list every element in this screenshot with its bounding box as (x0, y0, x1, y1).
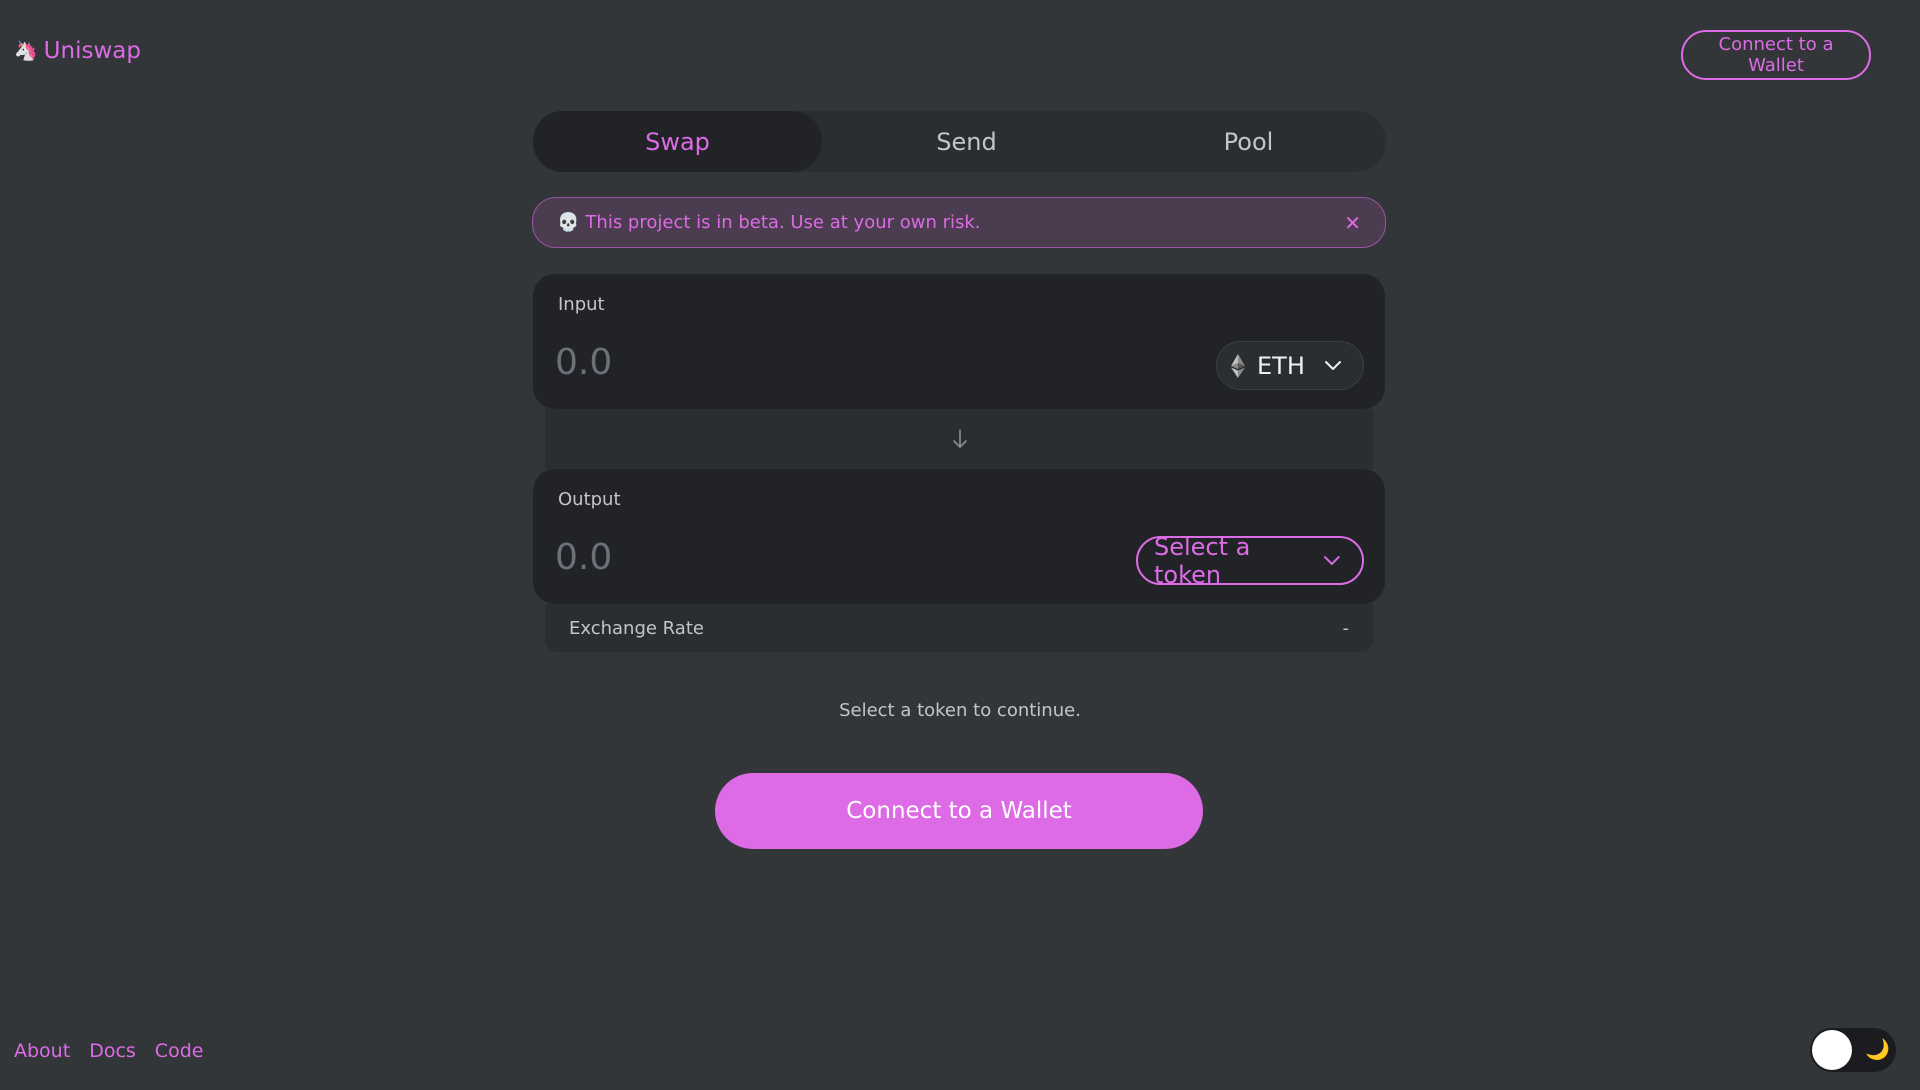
output-label: Output (558, 489, 621, 510)
output-token-label: Select a token (1154, 532, 1251, 589)
close-icon[interactable]: ✕ (1344, 213, 1361, 233)
skull-icon: 💀 (557, 212, 580, 233)
toggle-knob (1812, 1030, 1852, 1070)
footer-links: About Docs Code (14, 1040, 203, 1062)
tab-swap[interactable]: Swap (533, 111, 822, 172)
header-connect-wallet-button[interactable]: Connect to a Wallet (1681, 30, 1871, 80)
uniswap-page: 🦄 Uniswap Connect to a Wallet Swap Send … (0, 0, 1920, 1090)
input-amount-field[interactable] (555, 342, 1055, 383)
exchange-rate-value: - (1342, 617, 1350, 639)
connect-wallet-button[interactable]: Connect to a Wallet (715, 773, 1203, 849)
tab-send[interactable]: Send (822, 111, 1111, 172)
input-token-select-button[interactable]: ETH (1216, 341, 1364, 390)
theme-toggle[interactable]: 🌙 (1810, 1028, 1896, 1072)
output-amount-field[interactable] (555, 537, 1055, 578)
chevron-down-icon (1324, 555, 1341, 565)
tab-bar: Swap Send Pool (533, 111, 1386, 172)
footer-link-code[interactable]: Code (155, 1040, 204, 1062)
output-token-select-button[interactable]: Select a token (1136, 533, 1364, 589)
footer-link-about[interactable]: About (14, 1040, 70, 1062)
input-token-symbol: ETH (1257, 351, 1305, 380)
output-panel: Output Select a token (533, 469, 1385, 604)
arrow-down-icon[interactable] (950, 428, 970, 450)
unicorn-icon: 🦄 (14, 39, 38, 62)
exchange-rate-row: Exchange Rate - (545, 604, 1373, 652)
brand-link[interactable]: 🦄 Uniswap (14, 38, 141, 64)
moon-icon: 🌙 (1865, 1037, 1890, 1061)
status-hint: Select a token to continue. (839, 700, 1081, 721)
chevron-down-icon (1325, 360, 1341, 370)
beta-warning-text: This project is in beta. Use at your own… (585, 212, 981, 233)
footer-link-docs[interactable]: Docs (89, 1040, 136, 1062)
beta-warning-banner: 💀 This project is in beta. Use at your o… (532, 197, 1386, 248)
input-label: Input (558, 294, 605, 315)
eth-icon (1231, 353, 1245, 378)
tab-pool[interactable]: Pool (1111, 111, 1386, 172)
brand-name: Uniswap (43, 38, 141, 64)
input-panel: Input ETH (533, 274, 1385, 409)
exchange-rate-label: Exchange Rate (569, 617, 704, 639)
